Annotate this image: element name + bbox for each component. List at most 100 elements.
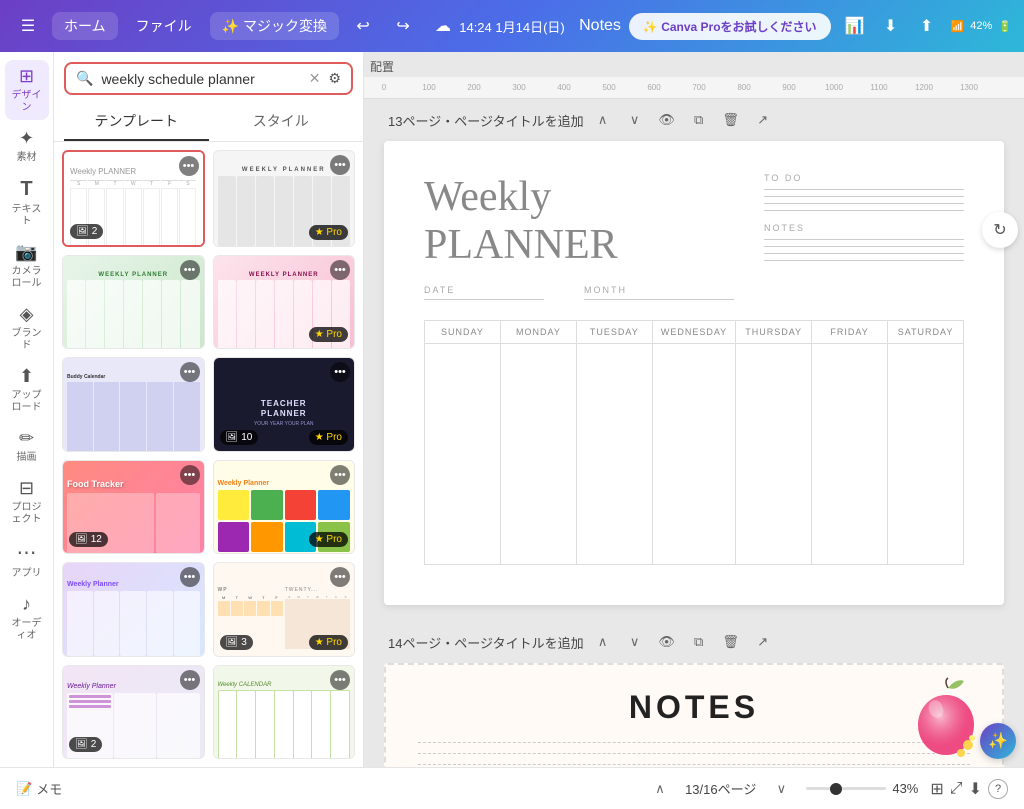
template-item-7[interactable]: Food Tracker 🖼12 •••: [62, 460, 205, 555]
template-menu-8[interactable]: •••: [330, 465, 350, 485]
template-item-2[interactable]: WEEKLY PLANNER ★ Pro •••: [213, 150, 356, 247]
canva-pro-button[interactable]: ✨ Canva Proをお試しください: [629, 13, 831, 40]
sidebar-item-project[interactable]: ⊟ プロジェクト: [5, 472, 49, 532]
canvas-magic-button[interactable]: ✨: [980, 723, 1016, 759]
audio-label: オーディオ: [9, 618, 45, 642]
delete-button-14[interactable]: 🗑: [718, 629, 744, 655]
sidebar-icons: ⊞ デザイン ✦ 素材 T テキスト 📷 カメラロール ◈ ブランド ⬆ アップ…: [0, 52, 54, 767]
help-button[interactable]: ?: [988, 779, 1008, 799]
template-menu-3[interactable]: •••: [180, 260, 200, 280]
page-13-header: 13ページ・ページタイトルを追加 ∧ ∨ 👁 ⧉ 🗑 ↗: [384, 99, 1004, 141]
date-label: DATE: [424, 285, 544, 295]
search-clear-button[interactable]: ✕: [309, 70, 321, 87]
template-pro-8: ★ Pro: [309, 532, 348, 547]
bottom-download-button[interactable]: ⬇: [969, 779, 982, 799]
page-scroll-down-button[interactable]: ∨: [768, 776, 794, 802]
delete-button-13[interactable]: 🗑: [718, 107, 744, 133]
tab-template[interactable]: テンプレート: [64, 103, 209, 141]
month-label: MONTH: [584, 285, 734, 295]
elements-label: 素材: [17, 152, 37, 164]
canvas-content[interactable]: 13ページ・ページタイトルを追加 ∧ ∨ 👁 ⧉ 🗑 ↗ Weekly PLAN…: [364, 99, 1024, 767]
visibility-button-13[interactable]: 👁: [654, 107, 680, 133]
menu-button[interactable]: ☰: [12, 10, 44, 42]
template-menu-7[interactable]: •••: [180, 465, 200, 485]
template-item-10[interactable]: WP M T W T F: [213, 562, 356, 657]
grid-view-button[interactable]: ⊞: [930, 779, 943, 799]
chart-button[interactable]: 📊: [839, 10, 871, 42]
brand-icon: ◈: [20, 304, 34, 325]
template-menu-9[interactable]: •••: [180, 567, 200, 587]
day-header-tuesday: TUESDAY: [577, 321, 652, 344]
day-header-monday: MONDAY: [501, 321, 576, 344]
page-scroll-up-button[interactable]: ∧: [647, 776, 673, 802]
notes-canvas[interactable]: NOTES: [384, 663, 1004, 767]
move-up-button-14[interactable]: ∧: [590, 629, 616, 655]
sidebar-item-draw[interactable]: ✏ 描画: [5, 422, 49, 470]
template-menu-11[interactable]: •••: [180, 670, 200, 690]
cloud-button[interactable]: ☁: [427, 10, 459, 42]
template-item-9[interactable]: Weekly Planner •••: [62, 562, 205, 657]
ruler-top: 0 100 200 300 400 500 600 700 800 900 10…: [364, 77, 1024, 99]
home-button[interactable]: ホーム: [52, 12, 118, 40]
template-menu-12[interactable]: •••: [330, 670, 350, 690]
template-item-11[interactable]: Weekly Planner 🖼2: [62, 665, 205, 760]
weekly-planner-canvas[interactable]: Weekly PLANNER DATE MONTH: [384, 141, 1004, 605]
template-item-12[interactable]: Weekly CALENDAR •••: [213, 665, 356, 760]
search-filter-button[interactable]: ⚙: [328, 70, 341, 87]
template-item-6[interactable]: TEACHERPLANNER YOUR YEAR YOUR PLAN 🖼10 ★…: [213, 357, 356, 452]
template-item-5[interactable]: Buddy Calendar •••: [62, 357, 205, 452]
expand-button[interactable]: ⤢: [950, 780, 963, 798]
search-input[interactable]: [101, 71, 300, 87]
duplicate-button-13[interactable]: ⧉: [686, 107, 712, 133]
design-icon: ⊞: [19, 66, 34, 87]
add-button-14[interactable]: ↗: [750, 629, 776, 655]
template-item-8[interactable]: Weekly Planner ★ Pro: [213, 460, 356, 555]
canvas-area: 配置 0 100 200 300 400 500 600 700 800 900…: [364, 52, 1024, 767]
sidebar-item-brand[interactable]: ◈ ブランド: [5, 298, 49, 358]
sidebar-item-design[interactable]: ⊞ デザイン: [5, 60, 49, 120]
template-menu-2[interactable]: •••: [330, 155, 350, 175]
undo-icon: ↩: [356, 16, 369, 36]
zoom-thumb[interactable]: [830, 783, 842, 795]
duplicate-button-14[interactable]: ⧉: [686, 629, 712, 655]
add-button-13[interactable]: ↗: [750, 107, 776, 133]
zoom-slider[interactable]: [806, 787, 886, 790]
template-badge-6: 🖼10: [220, 430, 259, 445]
download-button[interactable]: ⬇: [875, 10, 907, 42]
magic-button[interactable]: ✨ マジック変換: [210, 12, 339, 40]
template-item-4[interactable]: WEEKLY PLANNER ★ Pro •••: [213, 255, 356, 350]
share-button[interactable]: ⬆: [911, 10, 943, 42]
template-menu-1[interactable]: •••: [179, 156, 199, 176]
sidebar-item-camera[interactable]: 📷 カメラロール: [5, 236, 49, 296]
day-cell-sunday: SUNDAY: [425, 321, 501, 565]
move-up-button-13[interactable]: ∧: [590, 107, 616, 133]
undo-button[interactable]: ↩: [347, 10, 379, 42]
sidebar-item-elements[interactable]: ✦ 素材: [5, 122, 49, 170]
sidebar-item-upload[interactable]: ⬆ アップロード: [5, 360, 49, 420]
sidebar-item-audio[interactable]: ♪ オーディオ: [5, 588, 49, 648]
sidebar-item-text[interactable]: T テキスト: [5, 172, 49, 234]
template-item-3[interactable]: WEEKLY PLANNER •••: [62, 255, 205, 350]
tab-style[interactable]: スタイル: [209, 103, 354, 141]
배치-label: 配置: [364, 52, 1024, 77]
template-menu-4[interactable]: •••: [330, 260, 350, 280]
memo-button[interactable]: 📝 メモ: [16, 779, 62, 798]
visibility-button-14[interactable]: 👁: [654, 629, 680, 655]
file-button[interactable]: ファイル: [126, 12, 202, 40]
memo-label: メモ: [36, 779, 62, 798]
bottombar: 📝 メモ ∧ 13/16ページ ∨ 43% ⊞ ⤢ ⬇ ?: [0, 767, 1024, 809]
move-down-button-14[interactable]: ∨: [622, 629, 648, 655]
template-menu-6[interactable]: •••: [330, 362, 350, 382]
wifi-icon: 📶: [951, 20, 965, 33]
template-item-1[interactable]: Weekly PLANNER S M T W T F S: [62, 150, 205, 247]
ruler-tick-400: 400: [557, 83, 570, 92]
redo-button[interactable]: ↪: [387, 10, 419, 42]
refresh-button[interactable]: ↻: [982, 212, 1018, 248]
ruler-tick-0: 0: [382, 83, 386, 92]
move-down-button-13[interactable]: ∨: [622, 107, 648, 133]
template-menu-10[interactable]: •••: [330, 567, 350, 587]
day-cell-thursday: THURSDAY: [736, 321, 812, 565]
sidebar-item-apps[interactable]: ⋯ アプリ: [5, 534, 49, 586]
todo-label: TO DO: [764, 173, 964, 183]
template-menu-5[interactable]: •••: [180, 362, 200, 382]
